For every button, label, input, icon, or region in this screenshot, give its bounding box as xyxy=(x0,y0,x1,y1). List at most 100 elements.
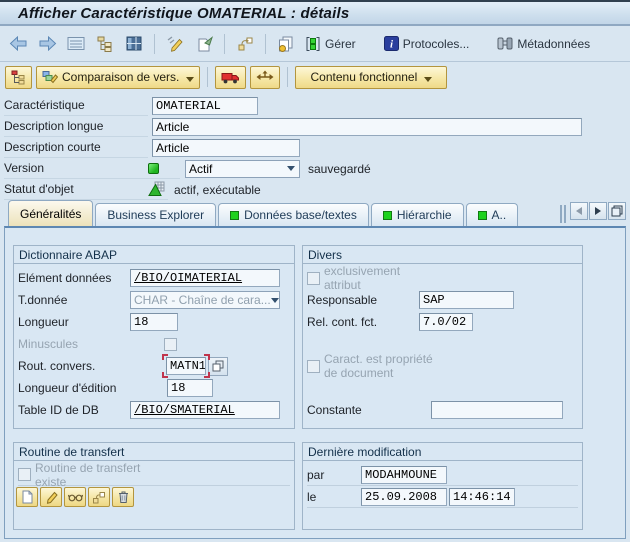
tab-label: Business Explorer xyxy=(107,208,204,222)
forward-icon xyxy=(38,36,57,51)
longueur-edition-field[interactable]: 18 xyxy=(167,379,213,397)
dropdown-arrow-icon xyxy=(186,77,194,82)
pencil-icon xyxy=(45,491,58,504)
par-label: par xyxy=(307,468,361,482)
tab-strip-edge xyxy=(560,205,566,223)
comparaison-version-button[interactable]: Comparaison de vers. xyxy=(36,66,200,89)
gerer-button[interactable]: Gérer xyxy=(303,31,358,57)
tab-generalites[interactable]: Généralités xyxy=(8,200,93,226)
tab-label: A.. xyxy=(492,208,507,222)
par-field[interactable]: MODAHMOUNE xyxy=(361,466,447,484)
grid-button[interactable] xyxy=(122,31,146,57)
tree-view-button[interactable] xyxy=(5,66,32,89)
green-led-icon xyxy=(230,211,239,220)
object-status-icon xyxy=(148,181,165,197)
tab-scroll-right-button[interactable] xyxy=(589,202,607,220)
group-title: Dictionnaire ABAP xyxy=(14,246,294,264)
toolbar-separator xyxy=(154,34,155,54)
overview-button[interactable] xyxy=(64,31,88,57)
row-longueur-edition: Longueur d'édition 18 xyxy=(14,377,294,399)
group-title: Dernière modification xyxy=(303,443,582,461)
tab-scroll-left-button[interactable] xyxy=(570,202,588,220)
header-form: Caractéristique OMATERIAL Description lo… xyxy=(0,92,630,200)
routine-existe-label: Routine de transfert existe xyxy=(35,461,147,489)
transport-button[interactable] xyxy=(215,66,246,89)
pencil-icon xyxy=(166,36,184,52)
contenu-fonctionnel-button[interactable]: Contenu fonctionnel xyxy=(295,66,447,89)
page-title: Afficher Caractéristique OMATERIAL : dét… xyxy=(18,5,349,22)
boxes-arrow-icon xyxy=(92,491,106,504)
version-dropdown[interactable]: Actif xyxy=(185,160,300,178)
metadonnees-label: Métadonnées xyxy=(517,37,590,51)
triangle-right-icon xyxy=(595,207,601,215)
metadonnees-button[interactable]: Métadonnées xyxy=(495,31,592,57)
row-routine-buttons xyxy=(14,486,294,508)
caract-document-checkbox xyxy=(307,360,320,373)
display-routine-button[interactable] xyxy=(64,487,86,507)
tab-overview-icon xyxy=(611,205,623,217)
t-donnee-value: CHAR - Chaîne de cara... xyxy=(134,293,271,307)
date-field[interactable]: 25.09.2008 xyxy=(361,488,447,506)
row-modification-par: par MODAHMOUNE xyxy=(307,464,578,486)
row-exclusivement-attribut: exclusivement attribut xyxy=(303,267,582,289)
t-donnee-label: T.donnée xyxy=(18,293,130,307)
delete-routine-button[interactable] xyxy=(112,487,134,507)
tab-hierarchie[interactable]: Hiérarchie xyxy=(371,203,464,226)
rel-cont-fct-field[interactable]: 7.0/02 xyxy=(419,313,473,331)
exclusivement-attribut-label: exclusivement attribut xyxy=(324,264,436,292)
create-routine-button[interactable] xyxy=(16,487,38,507)
t-donnee-dropdown: CHAR - Chaîne de cara... xyxy=(130,291,280,309)
copy-object-button[interactable] xyxy=(192,31,216,57)
row-spacer xyxy=(303,377,582,399)
tab-list-button[interactable] xyxy=(608,202,626,220)
statut-value: actif, exécutable xyxy=(174,183,261,197)
group-dictionnaire-abap: Dictionnaire ABAP Elément données /BIO/O… xyxy=(13,245,295,429)
tab-donnees-base-textes[interactable]: Données base/textes xyxy=(218,203,369,226)
compare-icon xyxy=(42,70,58,84)
row-modification-le: le 25.09.2008 14:46:14 xyxy=(307,486,578,508)
caracteristique-field[interactable]: OMATERIAL xyxy=(152,97,258,115)
copy-routine-button[interactable] xyxy=(88,487,110,507)
chevron-down-icon xyxy=(271,298,279,303)
forward-button[interactable] xyxy=(35,31,59,57)
description-courte-field[interactable]: Article xyxy=(152,139,300,157)
change-routine-button[interactable] xyxy=(40,487,62,507)
responsable-label: Responsable xyxy=(307,293,419,307)
green-led-icon xyxy=(383,211,392,220)
time-field[interactable]: 14:46:14 xyxy=(449,488,515,506)
row-caracteristique: Caractéristique OMATERIAL xyxy=(4,95,630,116)
row-statut-objet: Statut d'objet actif, exécutable xyxy=(4,179,630,200)
tab-strip: Généralités Business Explorer Données ba… xyxy=(0,200,630,226)
dataflow-button[interactable] xyxy=(250,66,280,89)
version-status-text: sauvegardé xyxy=(308,162,371,176)
row-rel-cont-fct: Rel. cont. fct. 7.0/02 xyxy=(303,311,582,333)
gerer-icon xyxy=(305,36,321,52)
hierarchy-icon xyxy=(97,36,113,52)
rout-convers-field[interactable]: MATN1 xyxy=(166,357,206,375)
contenu-label: Contenu fonctionnel xyxy=(311,70,418,84)
protocoles-button[interactable]: i Protocoles... xyxy=(382,31,472,57)
longueur-field[interactable]: 18 xyxy=(130,313,178,331)
rel-cont-fct-label: Rel. cont. fct. xyxy=(307,315,419,329)
table-id-field[interactable]: /BIO/SMATERIAL xyxy=(130,401,280,419)
structure-button[interactable] xyxy=(233,31,257,57)
boxes-arrow-icon xyxy=(237,36,254,51)
statut-label: Statut d'objet xyxy=(4,182,148,196)
back-button[interactable] xyxy=(6,31,30,57)
page-arrow-icon xyxy=(196,36,213,52)
rout-convers-label: Rout. convers. xyxy=(18,359,130,373)
copy-pages-button[interactable] xyxy=(274,31,298,57)
tree-icon xyxy=(11,70,26,85)
tab-attributs-truncated[interactable]: A.. xyxy=(466,203,519,226)
longueur-edition-label: Longueur d'édition xyxy=(18,381,130,395)
element-donnees-field[interactable]: /BIO/OIMATERIAL xyxy=(130,269,280,287)
multiple-entries-button[interactable] xyxy=(208,357,228,376)
responsable-field[interactable]: SAP xyxy=(419,291,514,309)
constante-field[interactable] xyxy=(431,401,563,419)
tab-business-explorer[interactable]: Business Explorer xyxy=(95,203,216,226)
hierarchy-display-button[interactable] xyxy=(93,31,117,57)
sap-window: Afficher Caractéristique OMATERIAL : dét… xyxy=(0,0,630,542)
display-change-button[interactable] xyxy=(163,31,187,57)
description-longue-field[interactable]: Article xyxy=(152,118,582,136)
caract-document-label: Caract. est propriété de document xyxy=(324,352,436,380)
